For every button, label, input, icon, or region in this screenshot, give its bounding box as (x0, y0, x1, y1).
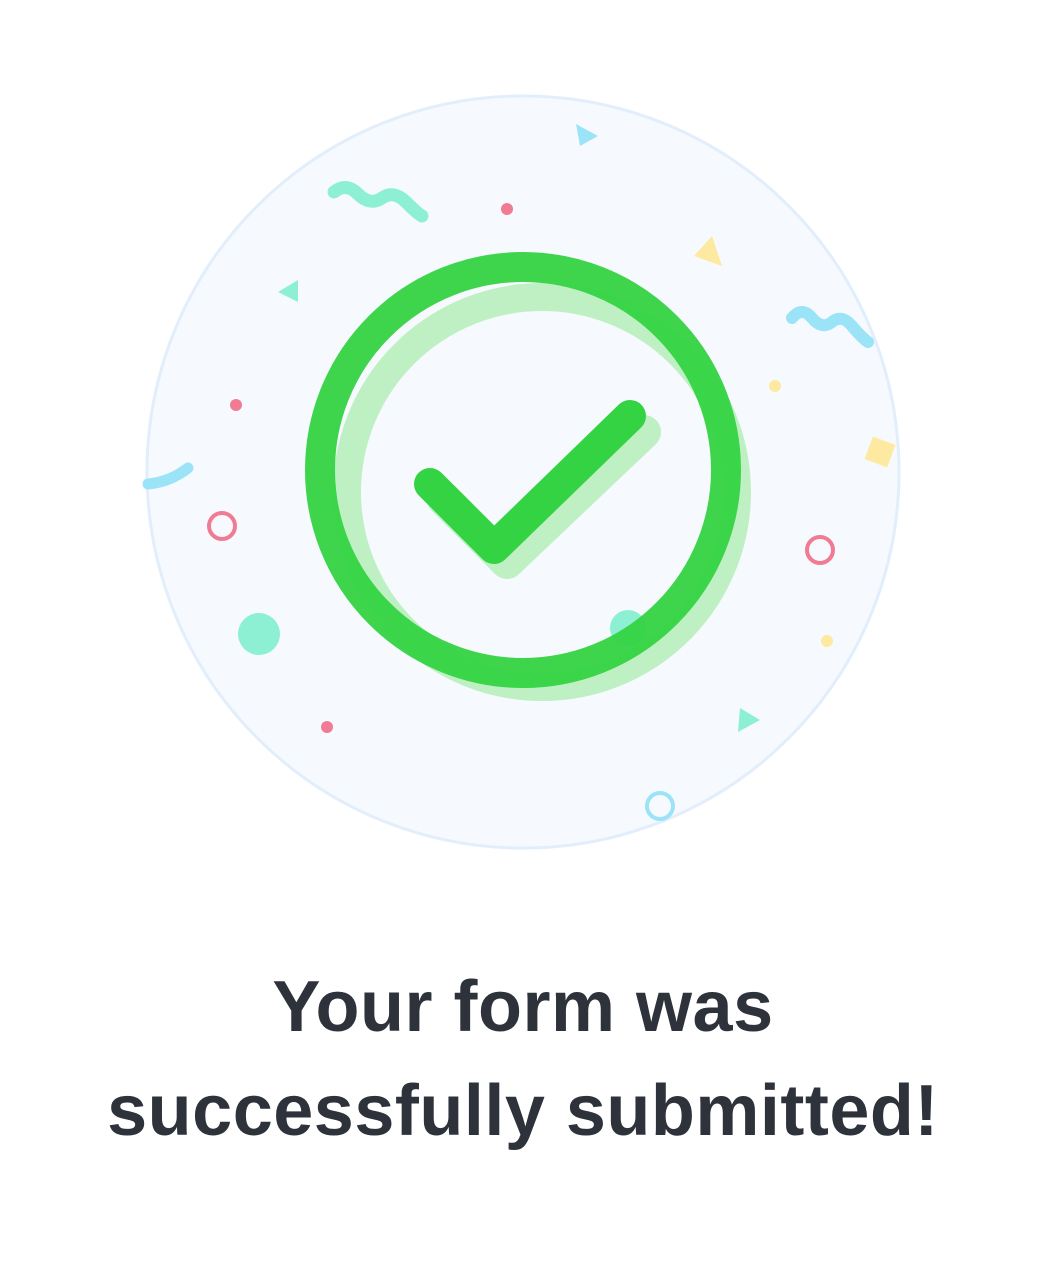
confetti-circle-teal-left (238, 613, 280, 655)
success-message-line-1: Your form was (272, 967, 774, 1047)
confetti-dot-yellow-bottom (821, 635, 833, 647)
confetti-dot-pink-left (230, 399, 242, 411)
badge-background (145, 94, 901, 850)
confetti-dot-pink-top (501, 203, 513, 215)
form-success-page: Your form was successfully submitted! (0, 0, 1046, 1280)
confetti-dot-pink-bottom (321, 721, 333, 733)
confetti-dot-yellow-right (769, 380, 781, 392)
success-illustration (142, 94, 901, 850)
success-message-line-2: successfully submitted! (107, 1071, 939, 1151)
success-message: Your form was successfully submitted! (0, 955, 1046, 1163)
